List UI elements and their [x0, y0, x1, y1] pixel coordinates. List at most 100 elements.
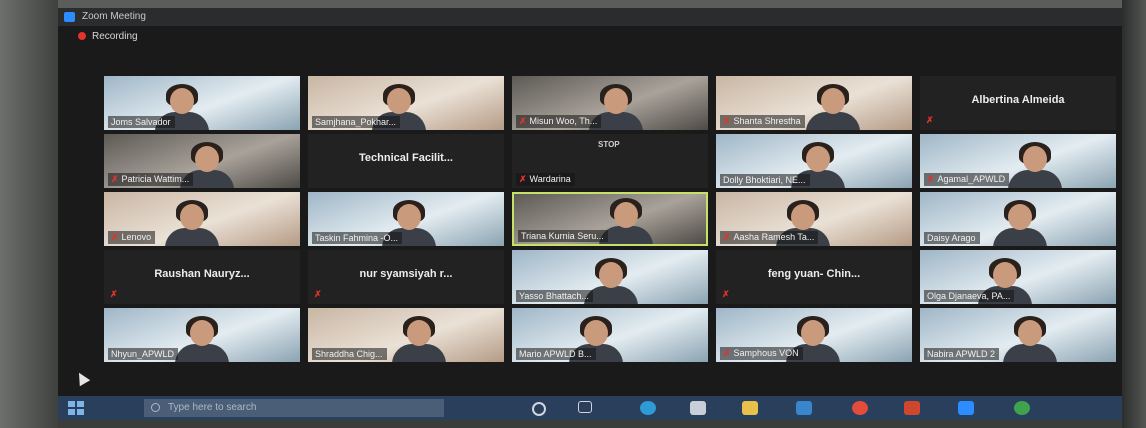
participant-tile[interactable]: Triana Kurnia Seru... — [512, 192, 708, 246]
participant-video-icon — [1003, 316, 1057, 362]
muted-mic-icon: ✗ — [519, 116, 527, 126]
participant-tile[interactable]: ✗ Samphous VON — [716, 308, 912, 362]
muted-mic-icon: ✗ — [926, 115, 934, 125]
participant-tile[interactable]: feng yuan- Chin... ✗ — [716, 250, 912, 304]
participant-tile[interactable]: ✗ Agamal_APWLD — [920, 134, 1116, 188]
participant-name: Shraddha Chig... — [315, 349, 383, 359]
participant-name-label: Joms Salvador — [108, 116, 175, 128]
participant-name-label: ✗ Samphous VON — [720, 347, 803, 360]
participant-video-icon — [993, 200, 1047, 246]
participant-name-label: ✗ Agamal_APWLD — [924, 173, 1010, 186]
participant-name: Raushan Nauryz... — [154, 268, 250, 280]
start-button[interactable] — [66, 400, 88, 416]
participant-tile[interactable]: Nabira APWLD 2 — [920, 308, 1116, 362]
participant-video-icon — [806, 84, 860, 130]
search-placeholder: Type here to search — [168, 402, 257, 413]
participant-tile[interactable]: nur syamsiyah r... ✗ — [308, 250, 504, 304]
participant-name-label: ✗ Lenovo — [108, 231, 156, 244]
participant-name-label: Olga Djanaeva, PA... — [924, 290, 1015, 302]
windows-taskbar: Type here to search — [58, 396, 1122, 420]
recording-dot-icon — [78, 32, 86, 40]
task-view-icon[interactable] — [578, 401, 592, 413]
participant-tile[interactable]: Raushan Nauryz... ✗ — [104, 250, 300, 304]
participant-tile[interactable]: Olga Djanaeva, PA... — [920, 250, 1116, 304]
participant-name: Mario APWLD B... — [519, 349, 592, 359]
monitor-bezel-bottom — [0, 420, 1146, 428]
participant-tile[interactable]: ✗ Misun Woo, Th... — [512, 76, 708, 130]
gallery-view-grid: Joms Salvador Samjhana_Pokhar... ✗ Misun Wo… — [104, 76, 1120, 366]
participant-name-label: Daisy Arago — [924, 232, 980, 244]
participant-name-label: ✗ Shanta Shrestha — [720, 115, 805, 128]
monitor-bezel-top — [0, 0, 1146, 8]
participant-tile[interactable]: Taskin Fahmina -O... — [308, 192, 504, 246]
participant-name: Wardarina — [529, 174, 571, 184]
window-title: Zoom Meeting — [82, 11, 146, 22]
participant-tile[interactable]: STOP ✗ Wardarina — [512, 134, 708, 188]
muted-mic-icon: ✗ — [314, 289, 322, 299]
participant-tile[interactable]: Nhyun_APWLD — [104, 308, 300, 362]
participant-name-label: Taskin Fahmina -O... — [312, 232, 403, 244]
monitor-bezel-left — [0, 0, 58, 428]
participant-name: Olga Djanaeva, PA... — [927, 291, 1011, 301]
edge-browser-icon[interactable] — [640, 401, 656, 415]
participant-tile[interactable]: ✗ Lenovo — [104, 192, 300, 246]
muted-mic-icon: ✗ — [110, 289, 118, 299]
recording-label: Recording — [92, 31, 138, 42]
participant-name: nur syamsiyah r... — [359, 268, 453, 280]
participant-tile[interactable]: Shraddha Chig... — [308, 308, 504, 362]
chrome-icon[interactable] — [852, 401, 868, 415]
participant-name-label: ✗ Misun Woo, Th... — [516, 115, 602, 128]
participant-name-label: ✗ Aasha Ramesh Ta... — [720, 231, 819, 244]
zoom-window: Zoom Meeting Recording Joms Salvador Samj… — [58, 8, 1122, 420]
participant-name-label: ✗ Patricia Wattim... — [108, 173, 194, 186]
participant-video-icon — [1008, 142, 1062, 188]
muted-mic-icon: ✗ — [723, 232, 731, 242]
participant-name-label: Dolly Bhoktiari, NE... — [720, 174, 810, 186]
muted-mic-icon: ✗ — [927, 174, 935, 184]
zoom-app-icon — [64, 12, 75, 22]
muted-mic-icon: ✗ — [111, 232, 119, 242]
participant-name: Lenovo — [121, 232, 152, 242]
participant-tile[interactable]: Albertina Almeida ✗ — [920, 76, 1116, 130]
muted-mic-icon: ✗ — [722, 289, 730, 299]
participant-name: Samphous VON — [733, 348, 799, 358]
participant-name-label: Nabira APWLD 2 — [924, 348, 1000, 360]
muted-mic-icon: ✗ — [519, 174, 527, 184]
participant-video-icon — [165, 200, 219, 246]
participant-name: Dolly Bhoktiari, NE... — [723, 175, 806, 185]
title-bar: Zoom Meeting — [58, 8, 1122, 26]
participant-tile[interactable]: Dolly Bhoktiari, NE... — [716, 134, 912, 188]
participant-name-label: Nhyun_APWLD — [108, 348, 179, 360]
participant-tile[interactable]: Technical Facilit... — [308, 134, 504, 188]
participant-name-label: Yasso Bhattach... — [516, 290, 593, 302]
participant-tile[interactable]: Mario APWLD B... — [512, 308, 708, 362]
zoom-taskbar-icon[interactable] — [958, 401, 974, 415]
participant-tile[interactable]: ✗ Patricia Wattim... — [104, 134, 300, 188]
participant-name-label: ✗ Wardarina — [516, 173, 575, 186]
participant-name: Agamal_APWLD — [937, 174, 1006, 184]
stop-sign-text: STOP — [598, 140, 620, 149]
participant-tile[interactable]: Daisy Arago — [920, 192, 1116, 246]
participant-name-label: Triana Kurnia Seru... — [518, 230, 608, 242]
participant-name: Aasha Ramesh Ta... — [733, 232, 815, 242]
powerpoint-icon[interactable] — [904, 401, 920, 415]
cortana-icon[interactable] — [532, 402, 546, 416]
participant-name: feng yuan- Chin... — [767, 268, 861, 280]
participant-tile[interactable]: ✗ Shanta Shrestha — [716, 76, 912, 130]
participant-tile[interactable]: ✗ Aasha Ramesh Ta... — [716, 192, 912, 246]
recording-indicator[interactable]: Recording — [78, 31, 138, 42]
participant-name-label: Samjhana_Pokhar... — [312, 116, 401, 128]
participant-tile[interactable]: Joms Salvador — [104, 76, 300, 130]
participant-name: Patricia Wattim... — [121, 174, 190, 184]
participant-name: Daisy Arago — [927, 233, 976, 243]
muted-mic-icon: ✗ — [723, 116, 731, 126]
taskbar-search-input[interactable]: Type here to search — [144, 399, 444, 417]
muted-mic-icon: ✗ — [111, 174, 119, 184]
participant-name: Joms Salvador — [111, 117, 171, 127]
store-icon[interactable] — [690, 401, 706, 415]
participant-tile[interactable]: Samjhana_Pokhar... — [308, 76, 504, 130]
participant-tile[interactable]: Yasso Bhattach... — [512, 250, 708, 304]
chrome-icon-2[interactable] — [1014, 401, 1030, 415]
mail-icon[interactable] — [796, 401, 812, 415]
file-explorer-icon[interactable] — [742, 401, 758, 415]
